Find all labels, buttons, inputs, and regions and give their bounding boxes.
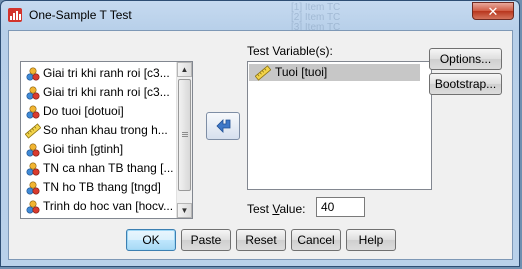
vertical-scrollbar[interactable]: ▲ ▼ xyxy=(176,62,192,218)
nominal-variable-icon xyxy=(26,67,40,81)
list-item[interactable]: Do tuoi [dotuoi] xyxy=(21,102,179,121)
nominal-variable-icon xyxy=(25,218,41,219)
scale-variable-icon xyxy=(255,65,271,81)
chevron-down-icon: ▼ xyxy=(180,206,189,215)
bootstrap-button[interactable]: Bootstrap... xyxy=(429,73,502,95)
list-item-label: Giai tri khi ranh roi [c3... xyxy=(43,85,170,99)
reset-button[interactable]: Reset xyxy=(236,229,286,251)
scroll-down-button[interactable]: ▼ xyxy=(177,203,192,218)
title-bar[interactable]: One-Sample T Test [1] Item TC [2] Item T… xyxy=(1,1,519,33)
list-item-label: So nhan khau trong h... xyxy=(43,123,168,137)
list-item-label: Do tuoi [dotuoi] xyxy=(43,104,124,118)
list-item[interactable]: TN ca nhan TB thang [... xyxy=(21,159,179,178)
nominal-variable-icon xyxy=(26,105,40,119)
dialog-body: Giai tri khi ranh roi [c3... Giai tri khi… xyxy=(8,30,513,260)
move-variable-button[interactable] xyxy=(206,112,240,140)
close-icon: ✕ xyxy=(487,4,499,19)
test-variable-label: Tuoi [tuoi] xyxy=(275,65,328,79)
ok-button[interactable]: OK xyxy=(126,229,176,251)
scale-variable-icon xyxy=(25,123,41,139)
list-item[interactable]: So nhan khau trong h... xyxy=(21,121,179,140)
list-item-label: TN ho TB thang [tngd] xyxy=(43,180,161,194)
app-icon xyxy=(8,8,22,22)
help-button[interactable]: Help xyxy=(346,229,396,251)
list-item[interactable]: Hoc van [phomby] xyxy=(21,216,179,219)
test-value-label: Test Value: xyxy=(247,202,306,216)
list-item[interactable]: Gioi tinh [gtinh] xyxy=(21,140,179,159)
list-item-label: Giai tri khi ranh roi [c3... xyxy=(43,66,170,80)
nominal-variable-icon xyxy=(26,143,40,157)
source-variable-list[interactable]: Giai tri khi ranh roi [c3... Giai tri khi… xyxy=(20,61,193,219)
cancel-button[interactable]: Cancel xyxy=(291,229,341,251)
nominal-variable-icon xyxy=(26,200,40,214)
nominal-variable-icon xyxy=(26,86,40,100)
list-item-label: Gioi tinh [gtinh] xyxy=(43,142,124,156)
close-button[interactable]: ✕ xyxy=(472,2,514,20)
list-item-label: Trinh do hoc van [hocv... xyxy=(43,199,174,213)
chevron-up-icon: ▲ xyxy=(180,65,189,74)
options-button[interactable]: Options... xyxy=(429,48,502,70)
list-item[interactable]: TN ho TB thang [tngd] xyxy=(21,178,179,197)
nominal-variable-icon xyxy=(26,181,40,195)
list-item-label: TN ca nhan TB thang [... xyxy=(43,161,174,175)
nominal-variable-icon xyxy=(26,162,40,176)
list-item[interactable]: Trinh do hoc van [hocv... xyxy=(21,197,179,216)
paste-button[interactable]: Paste xyxy=(181,229,231,251)
window-title: One-Sample T Test xyxy=(29,8,132,22)
test-variables-label: Test Variable(s): xyxy=(247,44,333,58)
test-variable-item[interactable]: Tuoi [tuoi] xyxy=(249,64,420,81)
test-variables-list[interactable]: Tuoi [tuoi] xyxy=(247,61,432,190)
list-item[interactable]: Giai tri khi ranh roi [c3... xyxy=(21,83,179,102)
background-window-text: [1] Item TC [2] Item TC [3] Item TC xyxy=(291,2,341,33)
scroll-up-button[interactable]: ▲ xyxy=(177,62,192,77)
test-value-input[interactable]: 40 xyxy=(316,197,365,217)
list-item[interactable]: Giai tri khi ranh roi [c3... xyxy=(21,64,179,83)
arrow-right-icon xyxy=(216,119,231,133)
list-item-label: Hoc van [phomby] xyxy=(43,218,140,219)
scrollbar-thumb[interactable] xyxy=(178,79,191,191)
dialog-window: One-Sample T Test [1] Item TC [2] Item T… xyxy=(0,0,520,267)
